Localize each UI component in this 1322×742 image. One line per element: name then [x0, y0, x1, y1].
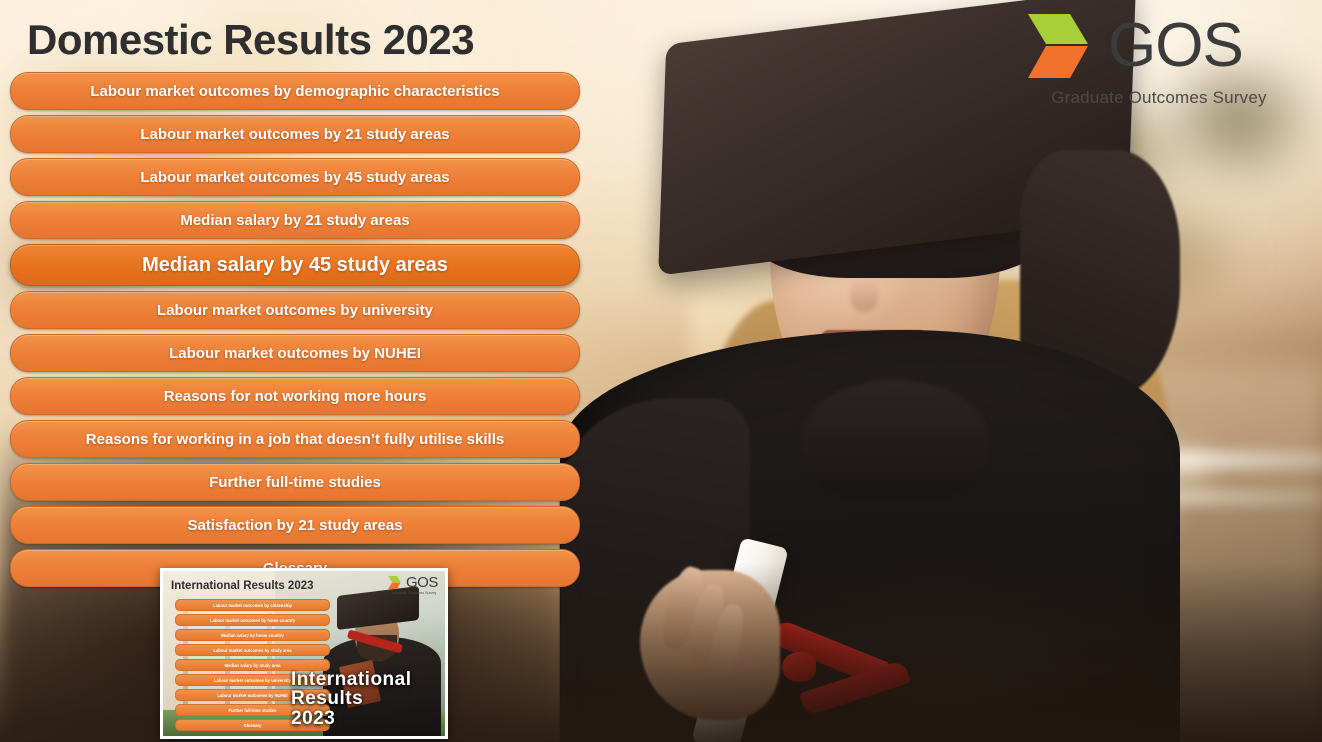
thumbnail-overlay-line-1: International: [291, 668, 412, 690]
thumbnail-gos-logo-row: GOS: [387, 575, 441, 590]
thumbnail-menu-item: Labour market outcomes by citizenship: [175, 599, 330, 611]
menu-button-satisfaction-21-study-areas[interactable]: Satisfaction by 21 study areas: [10, 506, 580, 544]
thumbnail-gos-subtitle: Graduate Outcomes Survey: [391, 591, 437, 595]
thumbnail-overlay-text: International Results 2023: [291, 668, 441, 729]
gos-logo-row: GOS: [1024, 10, 1294, 82]
thumbnail-menu-item: Labour market outcomes by study area: [175, 644, 330, 656]
gos-chevron-arrow-icon: [1028, 14, 1088, 78]
gown-neckline: [800, 380, 990, 500]
international-results-thumbnail[interactable]: International Results 2023 Labour market…: [160, 568, 448, 739]
gos-wordmark: GOS: [1108, 11, 1244, 80]
page-title: Domestic Results 2023: [27, 16, 475, 63]
menu-button-45-study-areas[interactable]: Labour market outcomes by 45 study areas: [10, 158, 580, 196]
menu-button-median-salary-45[interactable]: Median salary by 45 study areas: [10, 244, 580, 286]
menu-button-reasons-not-working-more-hours[interactable]: Reasons for not working more hours: [10, 377, 580, 415]
thumbnail-gos-chevron-arrow-icon: [388, 575, 401, 590]
gos-logo: GOS Graduate Outcomes Survey: [1024, 10, 1294, 108]
thumbnail-gos-wordmark: GOS: [406, 574, 438, 591]
thumbnail-title: International Results 2023: [171, 580, 314, 592]
menu-button-by-university[interactable]: Labour market outcomes by university: [10, 291, 580, 329]
menu-button-by-nuhei[interactable]: Labour market outcomes by NUHEI: [10, 334, 580, 372]
thumbnail-inner: International Results 2023 Labour market…: [163, 571, 445, 736]
menu-button-further-full-time-studies[interactable]: Further full-time studies: [10, 463, 580, 501]
thumbnail-menu-item: Median salary by home country: [175, 629, 330, 641]
menu-button-median-salary-21[interactable]: Median salary by 21 study areas: [10, 201, 580, 239]
menu-button-21-study-areas[interactable]: Labour market outcomes by 21 study areas: [10, 115, 580, 153]
thumbnail-gos-logo: GOS Graduate Outcomes Survey: [387, 575, 441, 595]
slide-canvas: Domestic Results 2023 Labour market outc…: [0, 0, 1322, 742]
thumbnail-menu-item: Labour market outcomes by home country: [175, 614, 330, 626]
thumbnail-overlay-line-3: 2023: [291, 707, 336, 729]
menu-button-demographic-characteristics[interactable]: Labour market outcomes by demographic ch…: [10, 72, 580, 110]
nose: [850, 278, 878, 312]
thumbnail-overlay-line-2: Results: [291, 688, 364, 710]
navigation-menu: Labour market outcomes by demographic ch…: [10, 72, 580, 592]
menu-button-reasons-skills-not-utilised[interactable]: Reasons for working in a job that doesn’…: [10, 420, 580, 458]
gos-subtitle: Graduate Outcomes Survey: [1051, 88, 1267, 107]
